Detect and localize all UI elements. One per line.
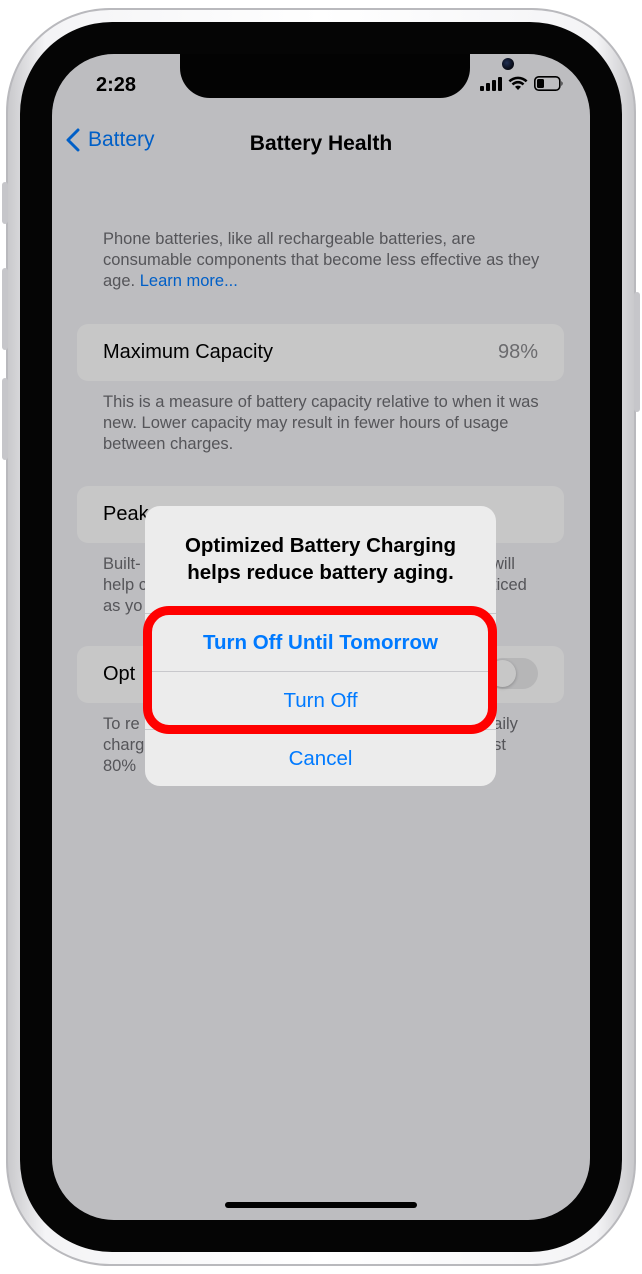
cancel-button[interactable]: Cancel — [145, 730, 496, 786]
alert-title: Optimized Battery Charging helps reduce … — [184, 534, 457, 584]
silent-switch — [2, 182, 8, 224]
red-highlight-annotation — [143, 606, 497, 734]
volume-down-button — [2, 378, 8, 460]
screen: 2:28 Battery Battery Health Phone batter… — [52, 54, 590, 1220]
volume-up-button — [2, 268, 8, 350]
home-indicator — [225, 1202, 417, 1208]
power-button — [634, 292, 640, 412]
